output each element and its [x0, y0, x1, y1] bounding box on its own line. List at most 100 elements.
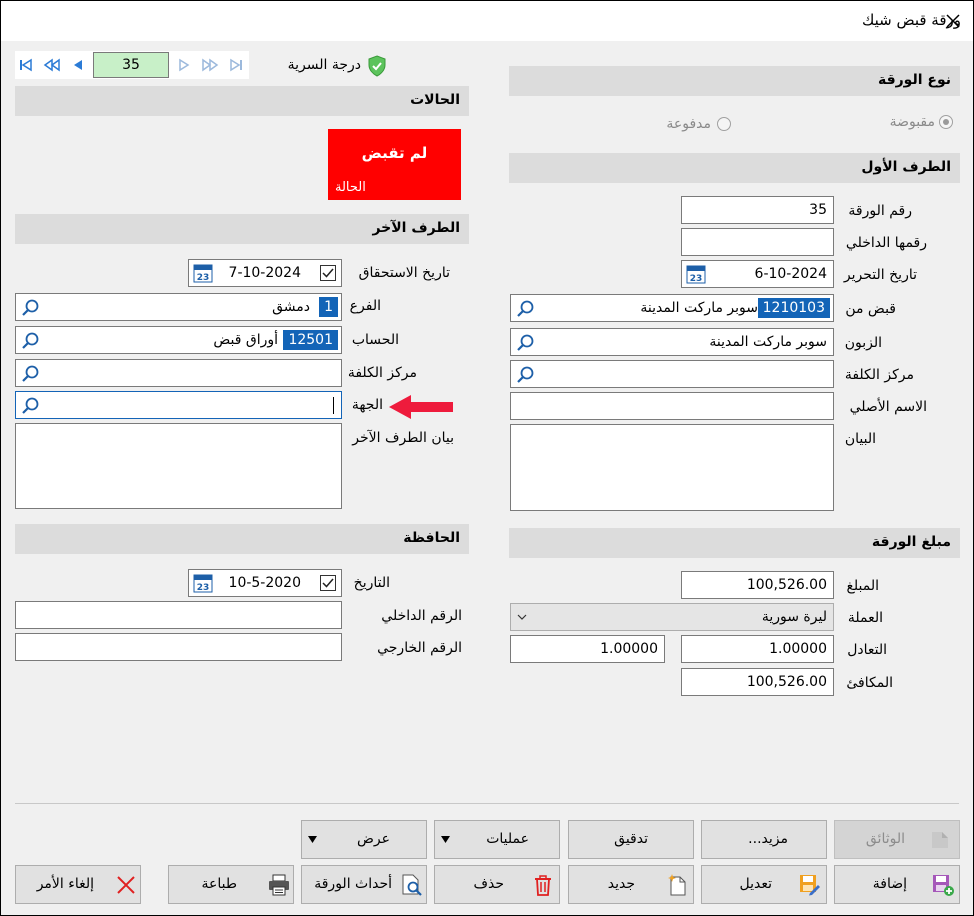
portfolio-date-label: التاريخ — [353, 575, 390, 591]
title-bar: ورقة قبض شيك — [1, 1, 973, 41]
cancel-button-label: إلغاء الأمر — [36, 876, 94, 892]
more-button[interactable]: مزيد... — [701, 820, 827, 859]
more-button-label: مزيد... — [748, 831, 788, 847]
other-cost-center-label: مركز الكلفة — [347, 365, 417, 381]
amount-label: المبلغ — [846, 578, 879, 594]
rate-value: 1.00000 — [769, 641, 827, 657]
statuses-section-header: الحالات — [15, 86, 469, 116]
party-label: الجهة — [351, 397, 383, 413]
print-button[interactable]: طباعة — [168, 865, 294, 904]
rate-field[interactable]: 1.00000 — [681, 635, 834, 663]
paper-number-field[interactable]: 35 — [681, 196, 834, 224]
operations-button[interactable]: عمليات — [434, 820, 560, 859]
portfolio-external-number-field[interactable] — [15, 633, 342, 661]
chevron-down-icon[interactable] — [517, 613, 527, 621]
cancel-button[interactable]: إلغاء الأمر — [15, 865, 141, 904]
radio-received-indicator[interactable] — [939, 115, 953, 129]
edit-button[interactable]: تعديل — [701, 865, 827, 904]
other-party-section-header: الطرف الآخر — [15, 214, 469, 244]
original-name-field[interactable] — [510, 392, 834, 420]
other-cost-center-field[interactable] — [15, 359, 342, 387]
view-button-label: عرض — [356, 831, 390, 847]
paper-events-button[interactable]: أحداث الورقة — [301, 865, 427, 904]
search-icon[interactable] — [21, 298, 41, 318]
search-icon[interactable] — [21, 364, 41, 384]
close-icon[interactable] — [941, 9, 965, 33]
statement-field[interactable] — [510, 424, 834, 511]
radio-received[interactable]: مقبوضة — [863, 112, 959, 134]
currency-dropdown[interactable]: ليرة سورية — [510, 603, 834, 631]
search-icon[interactable] — [516, 365, 536, 385]
audit-button-label: تدقيق — [614, 831, 648, 847]
party-field[interactable] — [15, 391, 342, 419]
search-icon[interactable] — [21, 331, 41, 351]
view-button[interactable]: عرض — [301, 820, 427, 859]
calendar-icon[interactable]: 23 — [193, 263, 213, 283]
branch-name: دمشق — [272, 299, 310, 315]
portfolio-header-text: الحافظة — [403, 530, 460, 546]
radio-paid-indicator[interactable] — [717, 117, 731, 131]
checkbox-checked-icon[interactable] — [320, 265, 336, 281]
cost-center-label: مركز الكلفة — [844, 367, 914, 383]
received-from-field[interactable]: 1210103 سوبر ماركت المدينة — [510, 294, 834, 322]
add-button[interactable]: إضافة — [834, 865, 960, 904]
previous-record-icon[interactable] — [71, 58, 85, 72]
security-label: درجة السرية — [287, 57, 361, 73]
next-page-icon[interactable] — [201, 58, 219, 72]
first-party-header-text: الطرف الأول — [861, 159, 951, 175]
internal-number-field[interactable] — [681, 228, 834, 256]
issue-date-field[interactable]: 6-10-2024 23 — [681, 260, 834, 288]
amount-header-text: مبلغ الورقة — [871, 534, 951, 550]
search-icon[interactable] — [21, 396, 41, 416]
audit-button[interactable]: تدقيق — [568, 820, 694, 859]
previous-page-icon[interactable] — [43, 58, 61, 72]
branch-field[interactable]: 1 دمشق — [15, 293, 342, 321]
record-number-field[interactable]: 35 — [93, 52, 169, 78]
due-date-value: 7-10-2024 — [228, 265, 301, 281]
checkbox-checked-icon[interactable] — [320, 575, 336, 591]
first-party-section-header: الطرف الأول — [509, 153, 960, 183]
calendar-icon[interactable]: 23 — [193, 573, 213, 593]
radio-paid[interactable]: مدفوعة — [643, 114, 733, 136]
account-name: أوراق قبض — [213, 332, 278, 348]
trash-icon — [535, 875, 551, 896]
save-add-icon — [933, 875, 954, 896]
operations-button-label: عمليات — [486, 831, 529, 847]
calendar-icon[interactable]: 23 — [686, 264, 706, 284]
check-receipt-window: ورقة قبض شيك 35 درجة السرية الحالات لم ت… — [0, 0, 974, 916]
last-record-icon[interactable] — [229, 58, 243, 72]
account-field[interactable]: 12501 أوراق قبض — [15, 326, 342, 354]
portfolio-internal-number-label: الرقم الداخلي — [381, 608, 462, 624]
equivalent-field[interactable]: 100,526.00 — [681, 668, 834, 696]
paper-number-label: رقم الورقة — [848, 203, 912, 219]
svg-text:23: 23 — [690, 274, 703, 284]
print-button-label: طباعة — [201, 876, 238, 892]
new-button[interactable]: جديد — [568, 865, 694, 904]
account-code: 12501 — [283, 330, 338, 350]
due-date-label: تاريخ الاستحقاق — [358, 265, 450, 281]
statuses-header-text: الحالات — [410, 92, 460, 108]
delete-button[interactable]: حذف — [434, 865, 560, 904]
documents-button[interactable]: الوثائق — [834, 820, 960, 859]
other-statement-field[interactable] — [15, 423, 342, 509]
customer-field[interactable]: سوبر ماركت المدينة — [510, 328, 834, 356]
portfolio-date-value: 10-5-2020 — [228, 575, 301, 591]
documents-button-label: الوثائق — [865, 831, 905, 847]
rate-secondary-field[interactable]: 1.00000 — [510, 635, 665, 663]
received-from-code: 1210103 — [757, 298, 830, 318]
paper-number-value: 35 — [809, 202, 827, 218]
amount-field[interactable]: 100,526.00 — [681, 571, 834, 599]
search-icon[interactable] — [516, 333, 536, 353]
security-level[interactable]: درجة السرية — [261, 53, 389, 79]
red-arrow-annotation-icon — [389, 395, 453, 419]
due-date-field[interactable]: 7-10-2024 23 — [188, 259, 342, 287]
search-icon[interactable] — [516, 299, 536, 319]
edit-button-label: تعديل — [739, 876, 773, 892]
other-party-header-text: الطرف الآخر — [372, 220, 460, 236]
portfolio-internal-number-field[interactable] — [15, 601, 342, 629]
first-record-icon[interactable] — [19, 58, 33, 72]
portfolio-date-field[interactable]: 10-5-2020 23 — [188, 569, 342, 597]
cost-center-field[interactable] — [510, 360, 834, 388]
next-record-icon[interactable] — [177, 58, 191, 72]
radio-received-label: مقبوضة — [889, 114, 935, 130]
